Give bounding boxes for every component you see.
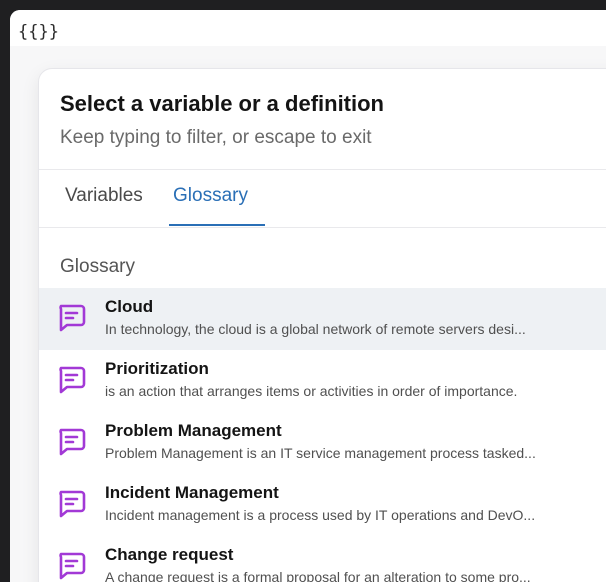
glossary-item[interactable]: Incident Management Incident management … [39,474,606,536]
tab-glossary[interactable]: Glossary [173,185,248,207]
glossary-item[interactable]: Change request A change request is a for… [39,536,606,582]
tabs-divider [39,227,606,228]
glossary-item[interactable]: Problem Management Problem Management is… [39,412,606,474]
comment-icon [59,366,86,394]
glossary-item-description: In technology, the cloud is a global net… [105,321,526,337]
glossary-item-title: Incident Management [105,483,279,502]
glossary-item-description: is an action that arranges items or acti… [105,383,518,399]
comment-icon [59,552,86,580]
glossary-item-title: Problem Management [105,421,282,440]
glossary-item-title: Prioritization [105,359,209,378]
tab-variables[interactable]: Variables [65,185,143,207]
active-tab-indicator [169,224,265,226]
variable-picker-popup: Select a variable or a definition Keep t… [38,68,606,582]
header-divider [39,169,606,170]
comment-icon [59,428,86,456]
popup-title: Select a variable or a definition [60,91,384,116]
section-label: Glossary [60,256,135,277]
glossary-item-description: A change request is a formal proposal fo… [105,569,531,582]
comment-icon [59,304,86,332]
glossary-item-description: Incident management is a process used by… [105,507,536,523]
editor-text[interactable]: {{}} [18,22,59,42]
glossary-item-description: Problem Management is an IT service mana… [105,445,536,461]
editor-area[interactable]: {{}} Select a variable or a definition K… [10,10,606,582]
popup-subtitle: Keep typing to filter, or escape to exit [60,127,372,148]
comment-icon [59,490,86,518]
glossary-item-title: Cloud [105,297,154,316]
glossary-item[interactable]: Prioritization is an action that arrange… [39,350,606,412]
editor-line[interactable]: {{}} [10,10,606,46]
glossary-item[interactable]: Cloud In technology, the cloud is a glob… [39,288,606,350]
glossary-item-title: Change request [105,545,234,564]
